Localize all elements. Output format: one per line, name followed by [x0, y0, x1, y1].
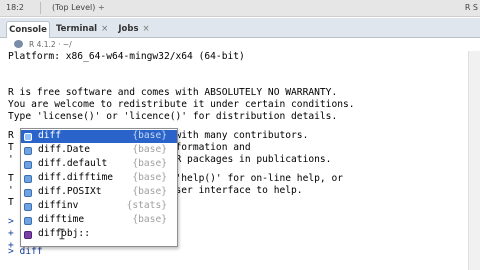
console-scrollbar[interactable] — [468, 51, 480, 270]
autocomplete-item[interactable]: diff.POSIXt {base} — [21, 186, 177, 199]
function-icon — [24, 147, 32, 155]
function-icon — [24, 133, 32, 141]
close-icon[interactable]: × — [101, 24, 108, 34]
tab-label: Terminal — [56, 24, 98, 34]
tab-console[interactable]: Console — [6, 21, 50, 38]
close-icon[interactable]: × — [143, 24, 150, 34]
tab-terminal[interactable]: Terminal × — [56, 21, 108, 38]
autocomplete-item[interactable]: diff.difftime {base} — [21, 172, 177, 185]
completion-package: {base} — [132, 214, 167, 225]
package-icon — [24, 231, 32, 239]
autocomplete-item[interactable]: diff.Date {base} — [21, 144, 177, 157]
autocomplete-item[interactable]: diff.default {base} — [21, 158, 177, 171]
console-input-line[interactable]: > diff — [8, 246, 43, 257]
completion-name: diff.default — [38, 158, 108, 169]
completion-name: difftime — [38, 214, 85, 225]
autocomplete-popup: diff {base} diff.Date {base} diff.defaul… — [20, 128, 178, 247]
autocomplete-item[interactable]: diffinv {stats} — [21, 200, 177, 213]
console-line: + — [8, 228, 14, 239]
divider — [40, 2, 41, 14]
completion-name: diff.Date — [38, 144, 90, 155]
tab-label: Jobs — [118, 24, 139, 34]
function-icon — [24, 203, 32, 211]
completion-package: {base} — [132, 158, 167, 169]
autocomplete-item[interactable]: diffobj:: — [21, 228, 177, 241]
completion-package: {stats} — [126, 200, 167, 211]
completion-package: {base} — [132, 144, 167, 155]
text-cursor-icon — [59, 228, 65, 240]
console-line: You are welcome to redistribute it under… — [8, 99, 355, 110]
autocomplete-item[interactable]: diff {base} — [21, 130, 177, 143]
function-icon — [24, 217, 32, 225]
console-line: R is free software and comes with ABSOLU… — [8, 87, 338, 98]
tab-jobs[interactable]: Jobs × — [114, 21, 154, 38]
function-icon — [24, 175, 32, 183]
r-logo-icon — [14, 40, 23, 48]
cursor-position: 18:2 — [6, 3, 24, 12]
console-path-bar: R 4.1.2 · ~/ — [0, 39, 480, 51]
scope-selector[interactable]: (Top Level) ÷ — [52, 3, 105, 12]
completion-package: {base} — [132, 172, 167, 183]
function-icon — [24, 189, 32, 197]
function-icon — [24, 161, 32, 169]
console-line: T — [8, 197, 14, 208]
r-version-path: R 4.1.2 · ~/ — [29, 40, 72, 49]
completion-name: diff.POSIXt — [38, 186, 102, 197]
completion-name: diff — [38, 130, 62, 141]
console-line: Type 'license()' or 'licence()' for dist… — [8, 111, 338, 122]
autocomplete-item[interactable]: difftime {base} — [21, 214, 177, 227]
completion-name: diffinv — [38, 200, 79, 211]
completion-package: {base} — [132, 130, 167, 141]
completion-package: {base} — [132, 186, 167, 197]
completion-name: diff.difftime — [38, 172, 114, 183]
console-tabbar: Console Terminal × Jobs × — [0, 18, 480, 38]
tab-label: Console — [9, 25, 47, 35]
editor-status-bar: 18:2 (Top Level) ÷ R S — [0, 0, 480, 17]
file-type-selector[interactable]: R S — [465, 3, 478, 12]
console-line: Platform: x86_64-w64-mingw32/x64 (64-bit… — [8, 51, 245, 62]
